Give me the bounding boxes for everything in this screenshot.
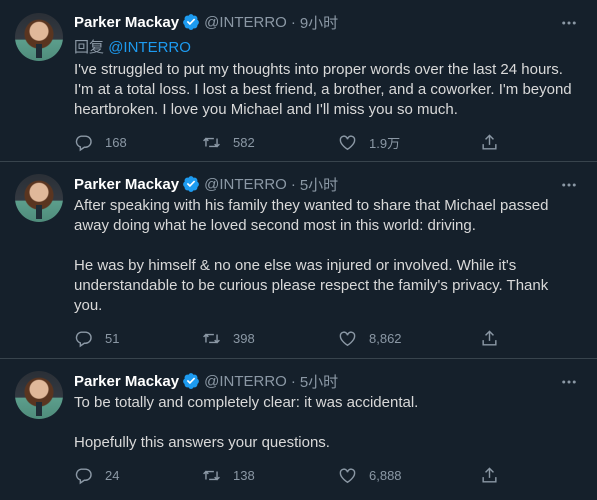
more-icon[interactable] xyxy=(559,372,579,392)
like-button[interactable]: 8,862 xyxy=(338,328,402,348)
share-icon xyxy=(482,133,497,150)
tweet-header: Parker Mackay @INTERRO · 5小时 xyxy=(74,371,338,391)
retweet-icon xyxy=(203,137,220,147)
reply-icon xyxy=(75,330,92,347)
like-count: 1.9万 xyxy=(369,135,401,151)
avatar[interactable] xyxy=(15,371,63,419)
share-button[interactable] xyxy=(480,465,511,485)
retweet-count: 138 xyxy=(233,467,255,483)
tweet-header: Parker Mackay @INTERRO · 5小时 xyxy=(74,174,338,194)
separator: · xyxy=(290,13,296,31)
reply-button[interactable]: 24 xyxy=(74,465,119,485)
reply-count: 168 xyxy=(105,134,127,150)
retweet-button[interactable]: 582 xyxy=(202,132,255,152)
replying-to: 回复 @INTERRO xyxy=(74,36,191,57)
share-button[interactable] xyxy=(480,132,511,152)
reply-icon xyxy=(75,467,92,484)
retweet-icon xyxy=(203,470,220,480)
verified-badge-icon xyxy=(183,14,199,30)
tweet-text: I've struggled to put my thoughts into p… xyxy=(74,61,576,118)
reply-button[interactable]: 168 xyxy=(74,132,127,152)
tweet[interactable]: Parker Mackay @INTERRO · 5小时 To be total… xyxy=(0,359,597,500)
more-icon[interactable] xyxy=(559,13,579,33)
avatar[interactable] xyxy=(15,174,63,222)
retweet-count: 582 xyxy=(233,134,255,150)
retweet-button[interactable]: 398 xyxy=(202,328,255,348)
retweet-count: 398 xyxy=(233,330,255,346)
author-name[interactable]: Parker Mackay xyxy=(74,176,179,193)
retweet-icon xyxy=(203,333,220,343)
share-icon xyxy=(482,329,497,346)
heart-icon xyxy=(339,467,356,483)
tweet-actions: 168 582 1.9万 xyxy=(74,132,504,152)
retweet-button[interactable]: 138 xyxy=(202,465,255,485)
reply-count: 24 xyxy=(105,467,120,483)
share-button[interactable] xyxy=(480,328,511,348)
author-handle[interactable]: @INTERRO xyxy=(204,14,287,31)
heart-icon xyxy=(339,134,356,150)
tweet-header: Parker Mackay @INTERRO · 9小时 xyxy=(74,12,338,32)
reply-button[interactable]: 51 xyxy=(74,328,119,348)
like-count: 8,862 xyxy=(369,330,402,346)
author-handle[interactable]: @INTERRO xyxy=(204,373,287,390)
tweet-text: After speaking with his family they want… xyxy=(74,197,549,314)
tweet-text: To be totally and completely clear: it w… xyxy=(74,394,419,451)
like-count: 6,888 xyxy=(369,467,402,483)
tweet[interactable]: Parker Mackay @INTERRO · 5小时 After speak… xyxy=(0,162,597,359)
tweet-actions: 51 398 8,862 xyxy=(74,328,504,348)
reply-prefix: 回复 xyxy=(74,39,105,56)
separator: · xyxy=(290,175,296,193)
timestamp[interactable]: 5小时 xyxy=(300,371,338,392)
reply-mention-link[interactable]: @INTERRO xyxy=(108,39,191,56)
author-name[interactable]: Parker Mackay xyxy=(74,373,179,390)
timestamp[interactable]: 9小时 xyxy=(300,12,338,33)
author-handle[interactable]: @INTERRO xyxy=(204,176,287,193)
reply-count: 51 xyxy=(105,330,120,346)
separator: · xyxy=(290,372,296,390)
verified-badge-icon xyxy=(183,176,199,192)
tweet-actions: 24 138 6,888 xyxy=(74,465,504,485)
share-icon xyxy=(482,466,497,483)
reply-icon xyxy=(75,134,92,151)
like-button[interactable]: 6,888 xyxy=(338,465,402,485)
avatar[interactable] xyxy=(15,13,63,61)
tweet[interactable]: Parker Mackay @INTERRO · 9小时 回复 @INTERRO… xyxy=(0,0,597,162)
author-name[interactable]: Parker Mackay xyxy=(74,14,179,31)
more-icon[interactable] xyxy=(559,175,579,195)
like-button[interactable]: 1.9万 xyxy=(338,132,400,152)
timestamp[interactable]: 5小时 xyxy=(300,174,338,195)
heart-icon xyxy=(339,330,356,346)
verified-badge-icon xyxy=(183,373,199,389)
